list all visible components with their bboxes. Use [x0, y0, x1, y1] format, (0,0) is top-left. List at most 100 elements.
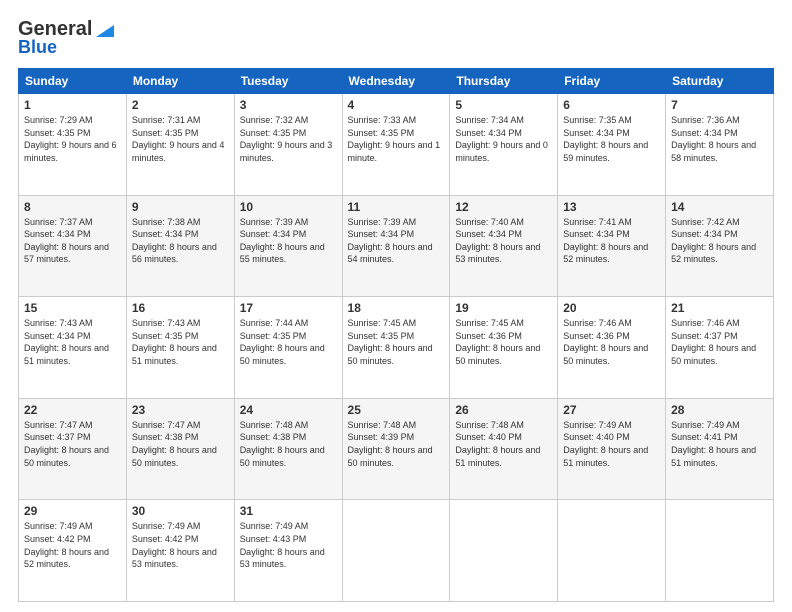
sunset-label: Sunset: 4:34 PM — [24, 331, 91, 341]
day-info: Sunrise: 7:41 AM Sunset: 4:34 PM Dayligh… — [563, 216, 660, 266]
sunrise-label: Sunrise: 7:48 AM — [455, 420, 524, 430]
daylight-label: Daylight: 8 hours and 50 minutes. — [348, 445, 433, 468]
weekday-header: Tuesday — [234, 69, 342, 94]
calendar-cell — [558, 500, 666, 602]
day-info: Sunrise: 7:35 AM Sunset: 4:34 PM Dayligh… — [563, 114, 660, 164]
sunset-label: Sunset: 4:38 PM — [132, 432, 199, 442]
daylight-label: Daylight: 8 hours and 50 minutes. — [348, 343, 433, 366]
sunrise-label: Sunrise: 7:43 AM — [132, 318, 201, 328]
calendar-cell: 1 Sunrise: 7:29 AM Sunset: 4:35 PM Dayli… — [19, 94, 127, 196]
sunrise-label: Sunrise: 7:47 AM — [132, 420, 201, 430]
calendar-cell: 24 Sunrise: 7:48 AM Sunset: 4:38 PM Dayl… — [234, 398, 342, 500]
day-number: 10 — [240, 200, 337, 214]
day-number: 31 — [240, 504, 337, 518]
day-number: 26 — [455, 403, 552, 417]
day-number: 12 — [455, 200, 552, 214]
calendar-cell: 29 Sunrise: 7:49 AM Sunset: 4:42 PM Dayl… — [19, 500, 127, 602]
sunrise-label: Sunrise: 7:39 AM — [348, 217, 417, 227]
day-info: Sunrise: 7:49 AM Sunset: 4:40 PM Dayligh… — [563, 419, 660, 469]
sunrise-label: Sunrise: 7:31 AM — [132, 115, 201, 125]
sunset-label: Sunset: 4:42 PM — [24, 534, 91, 544]
day-number: 23 — [132, 403, 229, 417]
calendar-cell: 30 Sunrise: 7:49 AM Sunset: 4:42 PM Dayl… — [126, 500, 234, 602]
day-number: 17 — [240, 301, 337, 315]
calendar-week-row: 29 Sunrise: 7:49 AM Sunset: 4:42 PM Dayl… — [19, 500, 774, 602]
sunset-label: Sunset: 4:35 PM — [240, 128, 307, 138]
day-number: 28 — [671, 403, 768, 417]
calendar-cell: 25 Sunrise: 7:48 AM Sunset: 4:39 PM Dayl… — [342, 398, 450, 500]
daylight-label: Daylight: 8 hours and 52 minutes. — [671, 242, 756, 265]
daylight-label: Daylight: 9 hours and 3 minutes. — [240, 140, 333, 163]
sunrise-label: Sunrise: 7:38 AM — [132, 217, 201, 227]
calendar: SundayMondayTuesdayWednesdayThursdayFrid… — [18, 68, 774, 602]
day-number: 8 — [24, 200, 121, 214]
logo: General Blue — [18, 18, 114, 58]
day-info: Sunrise: 7:34 AM Sunset: 4:34 PM Dayligh… — [455, 114, 552, 164]
daylight-label: Daylight: 8 hours and 50 minutes. — [455, 343, 540, 366]
calendar-cell — [450, 500, 558, 602]
sunset-label: Sunset: 4:43 PM — [240, 534, 307, 544]
sunrise-label: Sunrise: 7:46 AM — [563, 318, 632, 328]
calendar-cell: 22 Sunrise: 7:47 AM Sunset: 4:37 PM Dayl… — [19, 398, 127, 500]
day-number: 9 — [132, 200, 229, 214]
daylight-label: Daylight: 8 hours and 50 minutes. — [240, 445, 325, 468]
sunrise-label: Sunrise: 7:36 AM — [671, 115, 740, 125]
calendar-cell: 7 Sunrise: 7:36 AM Sunset: 4:34 PM Dayli… — [666, 94, 774, 196]
sunrise-label: Sunrise: 7:39 AM — [240, 217, 309, 227]
weekday-header-row: SundayMondayTuesdayWednesdayThursdayFrid… — [19, 69, 774, 94]
daylight-label: Daylight: 8 hours and 51 minutes. — [455, 445, 540, 468]
logo-triangle-icon — [92, 19, 114, 41]
daylight-label: Daylight: 8 hours and 58 minutes. — [671, 140, 756, 163]
daylight-label: Daylight: 8 hours and 59 minutes. — [563, 140, 648, 163]
weekday-header: Friday — [558, 69, 666, 94]
sunset-label: Sunset: 4:42 PM — [132, 534, 199, 544]
weekday-header: Wednesday — [342, 69, 450, 94]
day-number: 19 — [455, 301, 552, 315]
day-info: Sunrise: 7:49 AM Sunset: 4:43 PM Dayligh… — [240, 520, 337, 570]
calendar-week-row: 8 Sunrise: 7:37 AM Sunset: 4:34 PM Dayli… — [19, 195, 774, 297]
daylight-label: Daylight: 8 hours and 54 minutes. — [348, 242, 433, 265]
day-number: 18 — [348, 301, 445, 315]
calendar-week-row: 22 Sunrise: 7:47 AM Sunset: 4:37 PM Dayl… — [19, 398, 774, 500]
day-number: 16 — [132, 301, 229, 315]
daylight-label: Daylight: 8 hours and 51 minutes. — [671, 445, 756, 468]
sunrise-label: Sunrise: 7:45 AM — [455, 318, 524, 328]
calendar-cell: 6 Sunrise: 7:35 AM Sunset: 4:34 PM Dayli… — [558, 94, 666, 196]
day-number: 7 — [671, 98, 768, 112]
day-number: 25 — [348, 403, 445, 417]
day-number: 29 — [24, 504, 121, 518]
sunset-label: Sunset: 4:34 PM — [132, 229, 199, 239]
calendar-cell: 15 Sunrise: 7:43 AM Sunset: 4:34 PM Dayl… — [19, 297, 127, 399]
sunset-label: Sunset: 4:34 PM — [671, 229, 738, 239]
sunset-label: Sunset: 4:34 PM — [671, 128, 738, 138]
sunrise-label: Sunrise: 7:35 AM — [563, 115, 632, 125]
daylight-label: Daylight: 8 hours and 53 minutes. — [240, 547, 325, 570]
daylight-label: Daylight: 8 hours and 53 minutes. — [455, 242, 540, 265]
sunset-label: Sunset: 4:37 PM — [24, 432, 91, 442]
day-info: Sunrise: 7:32 AM Sunset: 4:35 PM Dayligh… — [240, 114, 337, 164]
sunrise-label: Sunrise: 7:46 AM — [671, 318, 740, 328]
calendar-body: 1 Sunrise: 7:29 AM Sunset: 4:35 PM Dayli… — [19, 94, 774, 602]
day-info: Sunrise: 7:47 AM Sunset: 4:38 PM Dayligh… — [132, 419, 229, 469]
calendar-cell — [342, 500, 450, 602]
day-info: Sunrise: 7:46 AM Sunset: 4:37 PM Dayligh… — [671, 317, 768, 367]
sunset-label: Sunset: 4:35 PM — [24, 128, 91, 138]
daylight-label: Daylight: 8 hours and 50 minutes. — [132, 445, 217, 468]
day-info: Sunrise: 7:48 AM Sunset: 4:40 PM Dayligh… — [455, 419, 552, 469]
calendar-cell: 13 Sunrise: 7:41 AM Sunset: 4:34 PM Dayl… — [558, 195, 666, 297]
weekday-header: Saturday — [666, 69, 774, 94]
sunset-label: Sunset: 4:35 PM — [240, 331, 307, 341]
sunset-label: Sunset: 4:39 PM — [348, 432, 415, 442]
day-info: Sunrise: 7:45 AM Sunset: 4:36 PM Dayligh… — [455, 317, 552, 367]
sunrise-label: Sunrise: 7:44 AM — [240, 318, 309, 328]
sunset-label: Sunset: 4:34 PM — [455, 229, 522, 239]
day-number: 2 — [132, 98, 229, 112]
sunset-label: Sunset: 4:35 PM — [132, 128, 199, 138]
daylight-label: Daylight: 8 hours and 52 minutes. — [563, 242, 648, 265]
day-info: Sunrise: 7:43 AM Sunset: 4:34 PM Dayligh… — [24, 317, 121, 367]
daylight-label: Daylight: 8 hours and 51 minutes. — [132, 343, 217, 366]
day-info: Sunrise: 7:45 AM Sunset: 4:35 PM Dayligh… — [348, 317, 445, 367]
sunrise-label: Sunrise: 7:29 AM — [24, 115, 93, 125]
sunset-label: Sunset: 4:40 PM — [455, 432, 522, 442]
calendar-cell: 9 Sunrise: 7:38 AM Sunset: 4:34 PM Dayli… — [126, 195, 234, 297]
